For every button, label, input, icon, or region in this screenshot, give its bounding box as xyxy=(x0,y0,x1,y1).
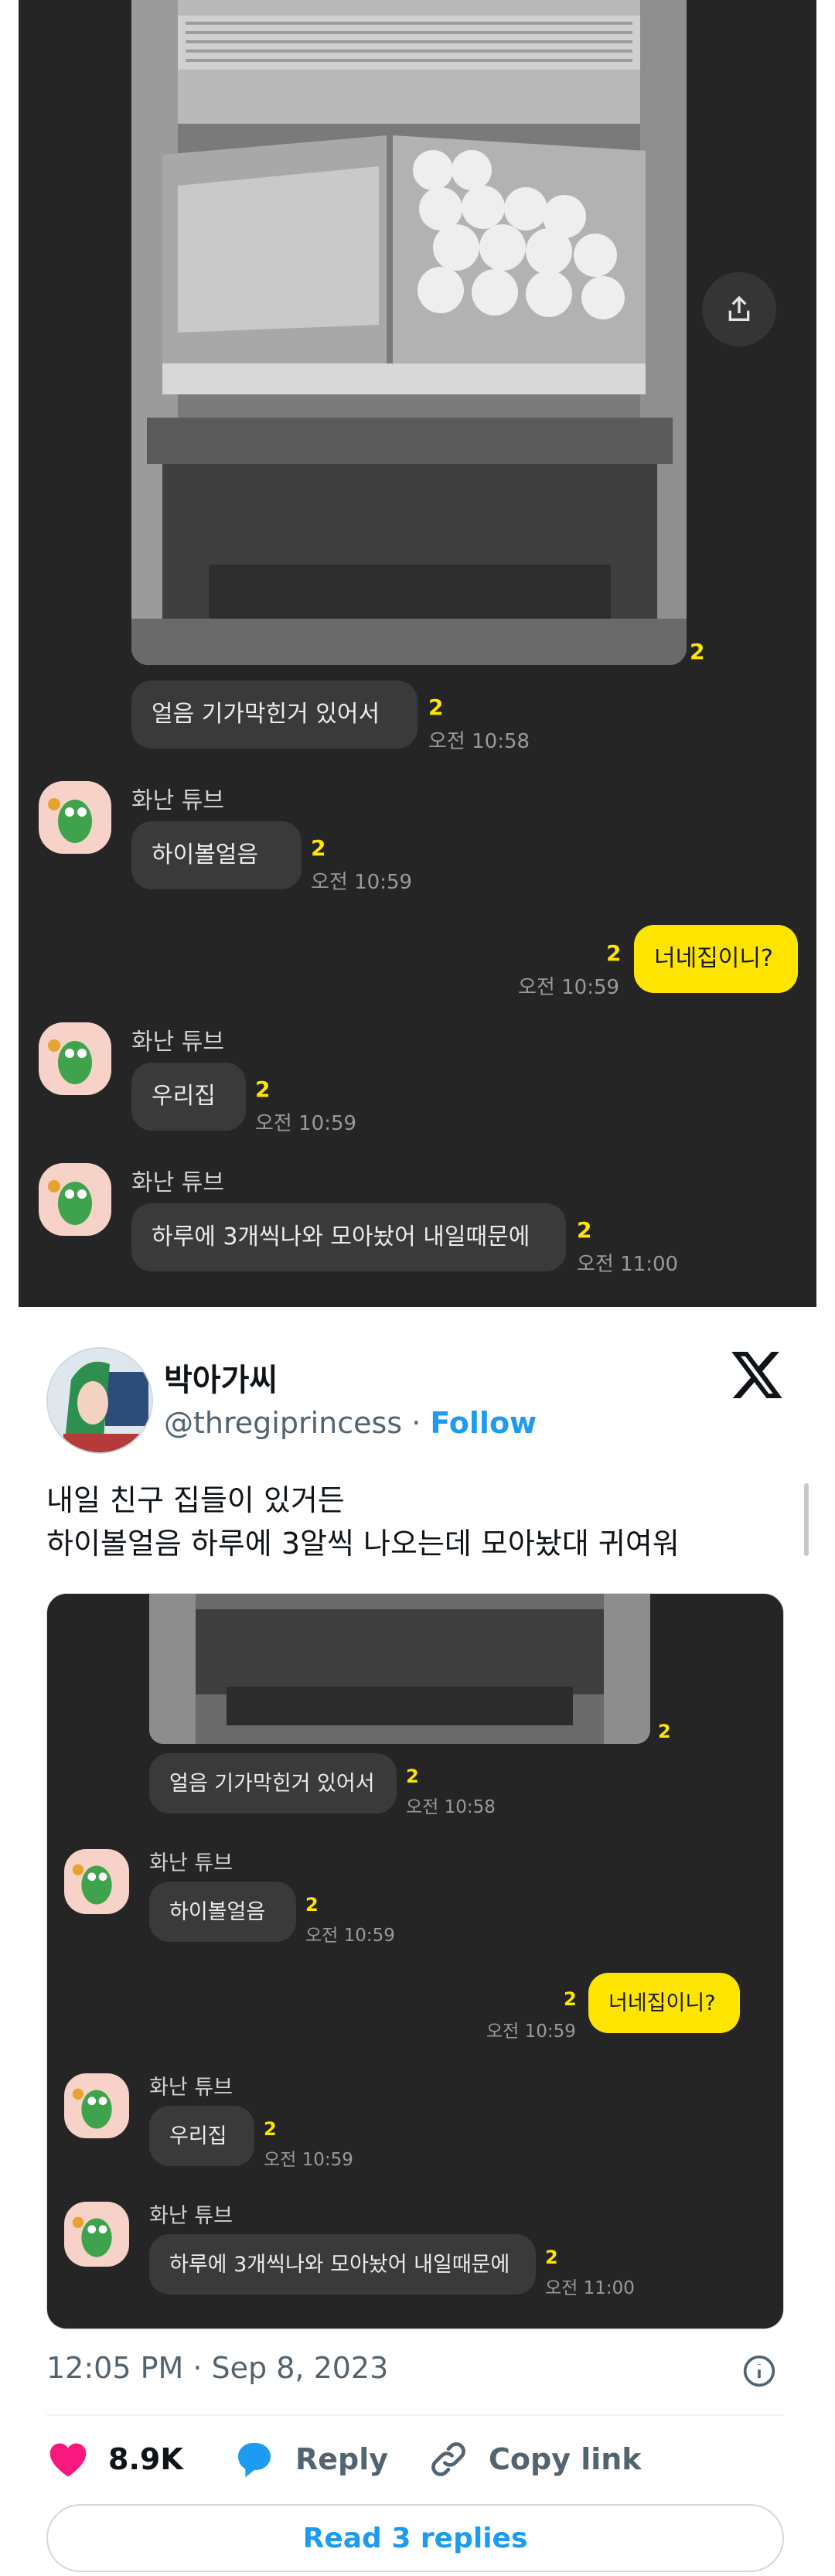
chat-message-bubble: 우리집 xyxy=(131,1063,246,1131)
message-time: 오전 10:59 xyxy=(311,871,413,894)
reply-button[interactable]: Reply xyxy=(232,2434,388,2484)
sender-name: 화난 튜브 xyxy=(149,2204,233,2228)
photo-unread-count: 2 xyxy=(658,1721,671,1742)
message-time: 오전 11:00 xyxy=(577,1253,679,1276)
fridge-ice-photo[interactable] xyxy=(131,0,687,665)
message-time: 오전 10:59 xyxy=(264,2150,353,2170)
sender-name: 화난 튜브 xyxy=(149,2076,233,2100)
sender-name: 화난 튜브 xyxy=(131,1029,224,1056)
separator-dot: · xyxy=(411,1406,421,1440)
unread-count: 2 xyxy=(406,1766,419,1787)
avatar[interactable] xyxy=(64,2073,129,2138)
avatar[interactable] xyxy=(39,1022,111,1095)
handle-row: @thregiprincess · Follow xyxy=(164,1406,537,1440)
chat-message-bubble: 하루에 3개씩나와 모아놨어 내일때문에 xyxy=(149,2234,536,2295)
info-icon[interactable] xyxy=(742,2354,776,2388)
message-time: 오전 10:59 xyxy=(486,2022,576,2042)
avatar[interactable] xyxy=(46,1347,153,1454)
unread-count: 2 xyxy=(311,835,326,861)
unread-count: 2 xyxy=(606,940,622,966)
copy-link-button[interactable]: Copy link xyxy=(427,2434,642,2484)
follow-button[interactable]: Follow xyxy=(430,1406,537,1440)
message-time: 오전 10:58 xyxy=(406,1797,496,1817)
reply-label: Reply xyxy=(295,2442,389,2476)
chat-message-bubble: 하이볼얼음 xyxy=(131,821,302,889)
display-name[interactable]: 박아가씨 xyxy=(164,1355,278,1400)
reply-bubble-icon xyxy=(238,2443,271,2478)
sender-name: 화난 튜브 xyxy=(149,1851,233,1875)
avatar[interactable] xyxy=(39,781,111,854)
unread-count: 2 xyxy=(577,1217,592,1243)
avatar[interactable] xyxy=(64,2202,129,2267)
tweet-text: 내일 친구 집들이 있거든 하이볼얼음 하루에 3알씩 나오는데 모아놨대 귀여… xyxy=(46,1479,680,1565)
sender-name: 화난 튜브 xyxy=(131,1169,224,1196)
tweet-timestamp[interactable]: 12:05 PM · Sep 8, 2023 xyxy=(46,2351,388,2385)
link-icon xyxy=(431,2442,465,2476)
like-count: 8.9K xyxy=(108,2442,183,2476)
sender-name: 화난 튜브 xyxy=(131,787,224,814)
share-icon xyxy=(728,295,750,321)
user-handle[interactable]: @thregiprincess xyxy=(164,1406,402,1440)
like-button[interactable]: 8.9K xyxy=(46,2434,183,2484)
unread-count: 2 xyxy=(264,2118,277,2140)
copy-link-label: Copy link xyxy=(489,2442,642,2476)
avatar[interactable] xyxy=(64,1849,129,1914)
photo-unread-count: 2 xyxy=(690,639,705,664)
read-replies-button[interactable]: Read 3 replies xyxy=(46,2504,784,2572)
unread-count: 2 xyxy=(305,1894,319,1916)
unread-count: 2 xyxy=(428,694,444,720)
my-message-bubble: 너네집이니? xyxy=(634,925,798,993)
chat-message-bubble: 하루에 3개씩나와 모아놨어 내일때문에 xyxy=(131,1203,566,1271)
tweet-text-line: 내일 친구 집들이 있거든 xyxy=(46,1483,345,1517)
message-time: 오전 10:58 xyxy=(428,730,530,753)
scrollbar[interactable] xyxy=(804,1483,809,1556)
x-logo-icon[interactable] xyxy=(730,1352,784,1398)
tweet-text-line: 하이볼얼음 하루에 3알씩 나오는데 모아놨대 귀여워 xyxy=(46,1527,680,1561)
chat-message-bubble: 얼음 기가막힌거 있어서 xyxy=(149,1753,397,1813)
message-time: 오전 10:59 xyxy=(518,976,620,999)
chat-message-bubble: 하이볼얼음 xyxy=(149,1882,296,1942)
share-button[interactable] xyxy=(702,272,776,346)
message-time: 오전 11:00 xyxy=(545,2278,635,2298)
unread-count: 2 xyxy=(255,1076,271,1102)
avatar[interactable] xyxy=(39,1163,111,1236)
unread-count: 2 xyxy=(564,1988,577,2010)
tweet-media-image[interactable]: 2 얼음 기가막힌거 있어서 2 오전 10:58 화난 튜브 하이볼얼음 2 … xyxy=(46,1593,784,2329)
fridge-photo-crop xyxy=(149,1594,650,1744)
chat-message-bubble: 얼음 기가막힌거 있어서 xyxy=(131,681,418,749)
message-time: 오전 10:59 xyxy=(255,1112,357,1135)
chat-screenshot-top: 2 얼음 기가막힌거 있어서 2 오전 10:58 화난 튜브 하이볼얼음 2 … xyxy=(19,0,816,1307)
chat-message-bubble: 우리집 xyxy=(149,2106,254,2166)
message-time: 오전 10:59 xyxy=(305,1926,395,1946)
my-message-bubble: 너네집이니? xyxy=(588,1973,740,2033)
unread-count: 2 xyxy=(545,2247,558,2268)
heart-icon xyxy=(49,2443,87,2477)
divider xyxy=(46,2414,784,2416)
